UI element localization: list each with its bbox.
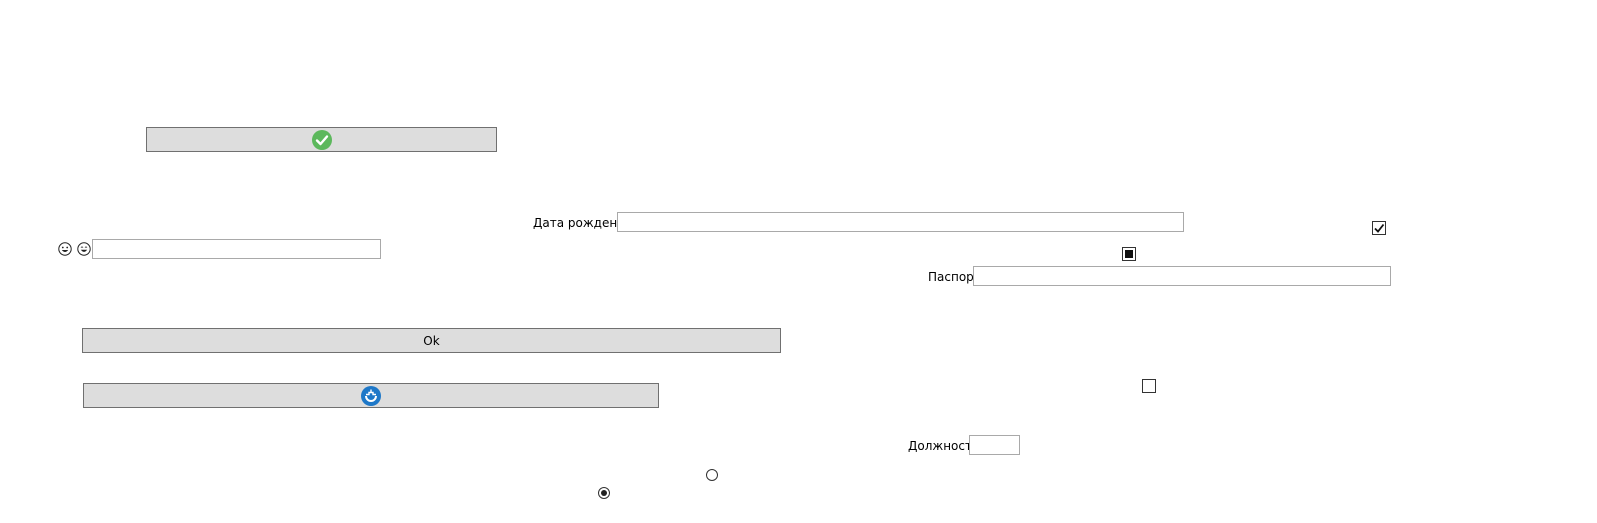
checkbox-middle[interactable] bbox=[1122, 247, 1136, 261]
radio-lower[interactable] bbox=[598, 487, 610, 499]
indeterminate-mark bbox=[1125, 250, 1133, 258]
confirm-button[interactable] bbox=[146, 127, 497, 152]
birth-date-field[interactable] bbox=[617, 212, 1184, 232]
emoji-field[interactable] bbox=[92, 239, 381, 259]
radio-upper[interactable] bbox=[706, 469, 718, 481]
position-field[interactable] bbox=[969, 435, 1020, 455]
refresh-button[interactable] bbox=[83, 383, 659, 408]
passport-field[interactable] bbox=[973, 266, 1391, 286]
check-circle-icon bbox=[311, 129, 332, 150]
checkbox-top-right[interactable] bbox=[1372, 221, 1386, 235]
checkmark-icon bbox=[1374, 223, 1385, 233]
smiley-face-icon bbox=[58, 242, 72, 256]
checkbox-lower[interactable] bbox=[1142, 379, 1156, 393]
ok-button-label: Ok bbox=[423, 333, 440, 348]
ok-button[interactable]: Ok bbox=[82, 328, 781, 353]
radio-selected-dot bbox=[601, 490, 607, 496]
grinning-face-icon bbox=[77, 242, 91, 256]
refresh-circle-icon bbox=[361, 385, 381, 406]
